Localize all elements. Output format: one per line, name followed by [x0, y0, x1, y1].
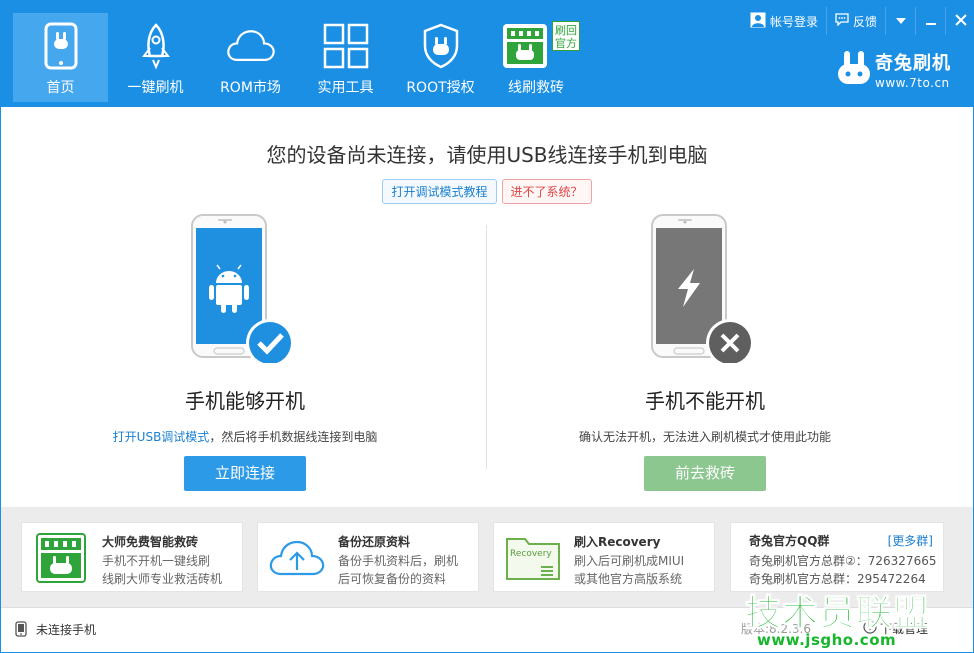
- shield-icon: [415, 21, 467, 71]
- brand-url: www.7to.cn: [875, 76, 950, 90]
- menu-dropdown-button[interactable]: [885, 7, 915, 35]
- phone-on-illustration: [190, 213, 300, 367]
- help-links: 打开调试模式教程 进不了系统？: [1, 179, 973, 204]
- card-backup-line2: 后可恢复备份的资料: [338, 572, 447, 586]
- nav-root-label: ROOT授权: [406, 80, 475, 96]
- login-button[interactable]: 帐号登录: [742, 7, 826, 35]
- user-icon: [750, 12, 766, 31]
- card-qq-groups: 奇兔官方QQ群 [更多群] 奇兔刷机官方总群②：726327665 奇兔刷机官方…: [730, 522, 944, 592]
- download-manager-label: 下载管理: [880, 622, 929, 636]
- chat-icon: [835, 13, 849, 29]
- nav-root[interactable]: ROOT授权: [393, 13, 488, 102]
- go-rescue-button[interactable]: 前去救砖: [644, 456, 766, 491]
- card-recovery-line1: 刷入后可刷机成MIUI: [574, 554, 685, 568]
- card-rescue-title: 大师免费智能救砖: [102, 535, 199, 549]
- rocket-icon: [130, 21, 182, 71]
- feedback-button[interactable]: 反馈: [825, 7, 885, 35]
- page-title: 您的设备尚未连接，请使用USB线连接手机到电脑: [266, 143, 708, 167]
- recovery-folder-icon: Recovery: [504, 531, 562, 585]
- card-backup-line1: 备份手机资料后，刷机: [338, 554, 459, 568]
- connect-now-button[interactable]: 立即连接: [184, 456, 306, 491]
- qq-group-line1: 奇兔刷机官方总群②：726327665: [749, 554, 937, 568]
- login-label: 帐号登录: [769, 14, 818, 29]
- panel-can-boot: 手机能够开机 打开USB调试模式，然后将手机数据线连接到电脑 立即连接: [35, 213, 455, 491]
- download-icon: [863, 620, 877, 637]
- recovery-icon-text: Recovery: [510, 549, 552, 559]
- card-backup-title: 备份还原资料: [338, 535, 411, 549]
- can-boot-title: 手机能够开机: [185, 389, 305, 413]
- brand-name: 奇兔刷机: [875, 53, 951, 74]
- no-system-link[interactable]: 进不了系统？: [501, 179, 592, 204]
- usb-debug-link[interactable]: 打开USB调试模式: [113, 430, 210, 444]
- minimize-icon: [925, 14, 937, 29]
- android-phone-icon: [191, 214, 294, 367]
- rescue-master-icon: [32, 531, 90, 585]
- cannot-boot-desc: 确认无法开机，无法进入刷机模式才使用此功能: [578, 430, 831, 444]
- dead-phone-icon: [651, 214, 754, 367]
- feedback-label: 反馈: [852, 14, 877, 29]
- phone-off-illustration: [650, 213, 760, 367]
- phone-bunny-icon: [35, 21, 87, 71]
- nav-one-click-flash-label: 一键刷机: [127, 80, 184, 96]
- qq-group-line2: 奇兔刷机官方总群：295472264: [749, 572, 926, 586]
- minimize-button[interactable]: [915, 7, 945, 35]
- chevron-down-icon: [895, 14, 907, 28]
- can-boot-desc: 打开USB调试模式，然后将手机数据线连接到电脑: [35, 428, 455, 445]
- cannot-boot-title: 手机不能开机: [645, 389, 765, 413]
- debug-tutorial-link[interactable]: 打开调试模式教程: [382, 179, 497, 204]
- nav-rom-market[interactable]: ROM市场: [203, 13, 298, 102]
- feature-cards: 大师免费智能救砖 手机不开机一键线刷 线刷大师专业救活砖机 备份还原资料 备份手…: [1, 507, 973, 607]
- card-backup-restore[interactable]: 备份还原资料 备份手机资料后，刷机 后可恢复备份的资料: [257, 522, 479, 592]
- cloud-upload-icon: [268, 531, 326, 585]
- version-label: 版本:8.2.3.6: [741, 622, 812, 636]
- download-manager-button[interactable]: 下载管理: [863, 620, 928, 637]
- panel-cannot-boot: 手机不能开机 确认无法开机，无法进入刷机模式才使用此功能 前去救砖: [495, 213, 915, 491]
- close-icon: [954, 13, 967, 29]
- cloud-icon: [225, 21, 277, 71]
- more-groups-link[interactable]: [更多群]: [888, 532, 933, 549]
- bunny-logo-icon: [837, 50, 871, 90]
- panel-divider: [486, 225, 487, 469]
- nav-flash-rescue[interactable]: 刷回官方 线刷救砖: [488, 13, 584, 102]
- main-nav: 首页 一键刷机 ROM市场 实用工具 ROOT授权 刷回官方 线刷救砖: [13, 13, 584, 102]
- can-boot-desc-rest: ，然后将手机数据线连接到电脑: [209, 430, 378, 444]
- nav-one-click-flash[interactable]: 一键刷机: [108, 13, 203, 102]
- card-rescue-master[interactable]: 大师免费智能救砖 手机不开机一键线刷 线刷大师专业救活砖机: [21, 522, 243, 592]
- card-recovery-line2: 或其他官方高版系统: [574, 572, 683, 586]
- official-badge: 刷回官方: [552, 21, 580, 51]
- app-window: 首页 一键刷机 ROM市场 实用工具 ROOT授权 刷回官方 线刷救砖 帐号登录…: [0, 0, 974, 653]
- header-bar: 首页 一键刷机 ROM市场 实用工具 ROOT授权 刷回官方 线刷救砖 帐号登录…: [1, 1, 974, 107]
- card-rescue-line2: 线刷大师专业救活砖机: [102, 572, 223, 586]
- card-recovery[interactable]: Recovery 刷入Recovery 刷入后可刷机成MIUI 或其他官方高版系…: [493, 522, 715, 592]
- brand-logo: 奇兔刷机 www.7to.cn: [837, 49, 951, 90]
- nav-flash-rescue-label: 线刷救砖: [508, 80, 564, 96]
- nav-home-label: 首页: [46, 80, 75, 96]
- nav-tools-label: 实用工具: [317, 80, 374, 96]
- close-button[interactable]: [945, 7, 974, 35]
- phone-status-icon: [15, 621, 27, 641]
- official-badge-text: 刷回官方: [555, 24, 577, 50]
- status-bar: 未连接手机 版本:8.2.3.6 下载管理: [1, 607, 973, 652]
- nav-rom-market-label: ROM市场: [220, 80, 281, 96]
- qq-title: 奇兔官方QQ群: [749, 534, 830, 548]
- grid-icon: [320, 21, 372, 71]
- nav-tools[interactable]: 实用工具: [298, 13, 393, 102]
- top-right-controls: 帐号登录 反馈: [742, 7, 974, 35]
- flash-rescue-icon: [499, 21, 551, 71]
- card-recovery-title: 刷入Recovery: [574, 535, 661, 549]
- connection-status: 未连接手机: [36, 623, 97, 637]
- main-content: 您的设备尚未连接，请使用USB线连接手机到电脑 打开调试模式教程 进不了系统？: [1, 107, 973, 507]
- card-rescue-line1: 手机不开机一键线刷: [102, 554, 211, 568]
- nav-home[interactable]: 首页: [13, 13, 108, 102]
